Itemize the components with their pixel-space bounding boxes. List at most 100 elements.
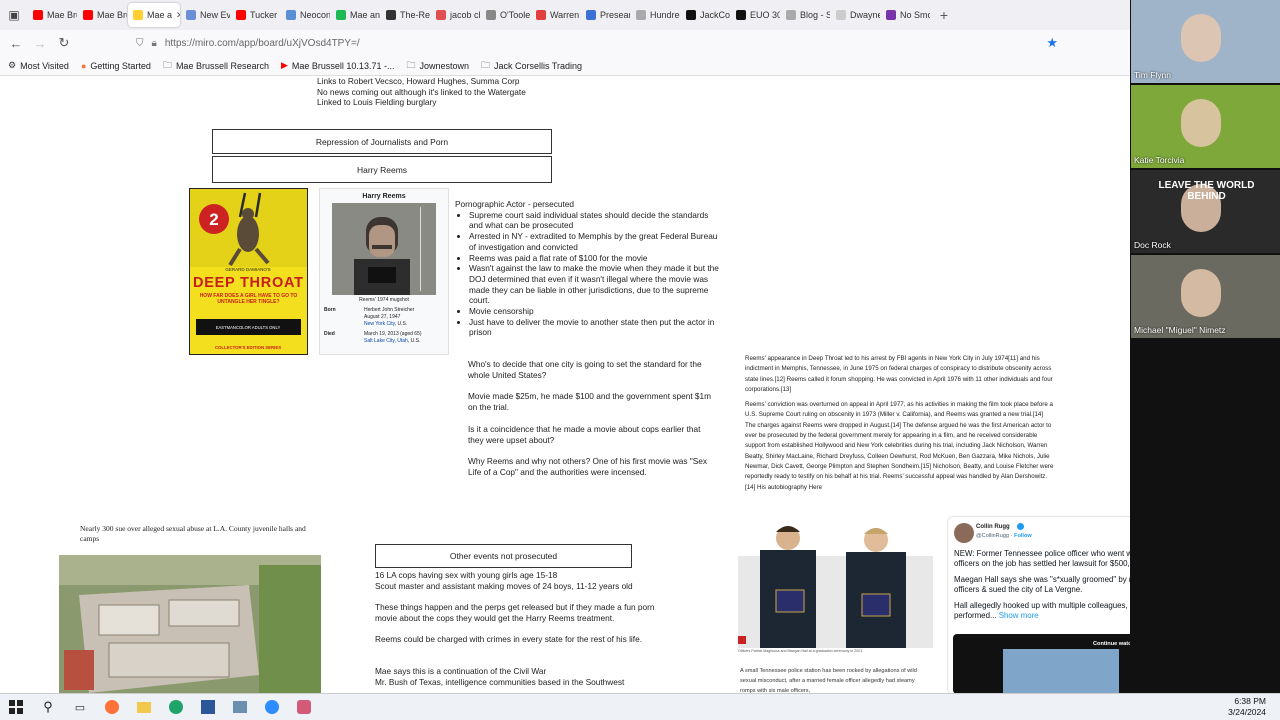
browser-tab[interactable]: EUO 30. xyxy=(731,3,780,27)
repression-box[interactable]: Repression of Journalists and Porn xyxy=(212,129,552,154)
tab-favicon-icon xyxy=(386,10,396,20)
word-icon[interactable] xyxy=(192,695,224,719)
tab-favicon-icon xyxy=(586,10,596,20)
participant-video-tile[interactable]: LEAVE THE WORLD BEHIND Doc Rock xyxy=(1131,170,1280,253)
participant-video-tile[interactable]: Tim Flynn xyxy=(1131,0,1280,83)
firefox-taskbar-icon[interactable] xyxy=(96,695,128,719)
bookmark-item[interactable]: 🗀︎ Jack Corsellis Trading xyxy=(481,58,582,74)
born-place-link[interactable]: New York City xyxy=(364,321,395,327)
system-clock[interactable]: 6:38 PM 3/24/2024 xyxy=(1228,696,1266,718)
other-event-line: Mae says this is a continuation of the C… xyxy=(375,666,547,677)
tweet-avatar[interactable] xyxy=(954,523,974,543)
browser-tab[interactable]: No Smo xyxy=(881,3,930,27)
participant-video-tile[interactable]: Katie Torcivia xyxy=(1131,85,1280,168)
list-all-tabs-icon[interactable]: ▣ xyxy=(0,8,28,22)
tab-label: JackCor xyxy=(700,10,730,20)
bookmark-item[interactable]: ▶ Mae Brussell 10.13.71 -... xyxy=(281,60,394,71)
died-country: , U.S. xyxy=(407,338,421,344)
wiki-excerpt[interactable]: Reems' appearance in Deep Throat led to … xyxy=(745,354,1055,493)
browser-tab[interactable]: New Evi xyxy=(181,3,230,27)
file-explorer-icon[interactable] xyxy=(128,695,160,719)
address-bar[interactable]: ⛉ 🔒︎ https://miro.com/app/board/uXjVOsd4… xyxy=(136,33,1066,53)
browser-tab[interactable]: Warren xyxy=(531,3,580,27)
browser-tab[interactable]: Mae Bru xyxy=(78,3,127,27)
died-place-link[interactable]: Salt Lake City xyxy=(364,338,394,344)
bookmark-item[interactable]: 🗀︎ Mae Brussell Research xyxy=(163,58,269,74)
harry-reems-box[interactable]: Harry Reems xyxy=(212,156,552,183)
browser-tab[interactable]: Neocon xyxy=(281,3,330,27)
mugshot-image[interactable] xyxy=(332,203,436,295)
url-text[interactable]: https://miro.com/app/board/uXjVOsd4TPY=/ xyxy=(165,38,360,49)
browser-tab[interactable]: The-Reb xyxy=(381,3,430,27)
tweet-handle[interactable]: @CollinRugg xyxy=(976,533,1009,539)
note-bullet: Supreme court said individual states sho… xyxy=(469,210,720,231)
continue-watching-label[interactable]: Continue watching on X xyxy=(1089,640,1130,648)
edge-icon[interactable] xyxy=(160,695,192,719)
other-event-line: Mr. Bush of Texas, intelligence communit… xyxy=(375,676,625,687)
app-icon[interactable] xyxy=(224,695,256,719)
poster-bottom2: COLLECTOR'S EDITION SERIES xyxy=(215,345,281,350)
browser-tab[interactable]: Blog - Socrat xyxy=(781,3,830,27)
participant-video-tile[interactable]: Michael "Miguel" Nimetz xyxy=(1131,255,1280,338)
navigation-toolbar: ← → ↻ ⛉ 🔒︎ https://miro.com/app/board/uX… xyxy=(0,30,1130,56)
reems-notes[interactable]: Pornographic Actor - persecuted Supreme … xyxy=(455,199,720,338)
browser-tab[interactable]: Presear xyxy=(581,3,630,27)
participant-avatar xyxy=(1181,269,1221,317)
harry-reems-box-label: Harry Reems xyxy=(356,164,408,175)
shield-icon[interactable]: ⛉ xyxy=(136,38,144,49)
other-event-line: These things happen and the perps get re… xyxy=(375,602,655,623)
task-view-icon[interactable]: ▭ xyxy=(64,695,96,719)
other-events-box[interactable]: Other events not prosecuted xyxy=(375,544,632,568)
zoom-icon[interactable] xyxy=(256,695,288,719)
died-state-link[interactable]: , Utah xyxy=(394,338,407,344)
browser-tab[interactable]: Mae Bru xyxy=(28,3,77,27)
bookmark-item[interactable]: ● Getting Started xyxy=(81,61,151,71)
browser-tab[interactable]: Dwayne xyxy=(831,3,880,27)
tab-favicon-icon xyxy=(436,10,446,20)
snipping-tool-icon[interactable] xyxy=(288,695,320,719)
questions-block[interactable]: Who's to decide that one city is going t… xyxy=(468,359,718,489)
reload-icon[interactable]: ↻ xyxy=(52,35,76,51)
browser-tab[interactable]: Mae and xyxy=(331,3,380,27)
tab-favicon-icon xyxy=(786,10,796,20)
bookmark-label: Getting Started xyxy=(90,60,151,71)
back-icon[interactable]: ← xyxy=(4,36,28,51)
bookmark-item[interactable]: 🗀︎ Jownestown xyxy=(406,58,469,74)
tweet-card[interactable]: Collin Rugg @CollinRugg · Follow ✕ NEW: … xyxy=(947,516,1130,693)
windows-start-icon[interactable] xyxy=(0,695,32,719)
tab-favicon-icon xyxy=(286,10,296,20)
miro-board-canvas[interactable]: Links to Robert Vecsco, Howard Hughes, S… xyxy=(0,76,1130,693)
tweet-body: NEW: Former Tennessee police officer who… xyxy=(954,549,1130,621)
tweet-show-more-link[interactable]: Show more xyxy=(999,611,1039,620)
participant-name: Katie Torcivia xyxy=(1134,155,1185,165)
poster-badge: 2 xyxy=(209,210,218,229)
deep-throat-poster[interactable]: 2 GERARD DAMIANO'S DEEP THROAT EASTMANCO… xyxy=(189,188,308,355)
infobox-name: Harry Reems xyxy=(362,193,406,200)
note-bullet: Movie censorship xyxy=(469,306,720,317)
browser-tab[interactable]: JackCor xyxy=(681,3,730,27)
tab-label: Mae a xyxy=(147,10,173,20)
folder-icon: 🗀︎ xyxy=(481,59,491,70)
firefox-icon: ● xyxy=(80,60,87,71)
tweet-follow-link[interactable]: Follow xyxy=(1014,533,1032,539)
browser-tab[interactable]: Hundreds su xyxy=(631,3,680,27)
new-tab-button[interactable]: + xyxy=(934,7,954,23)
juvenile-hall-aerial-photo[interactable] xyxy=(59,555,321,693)
tweet-author-name[interactable]: Collin Rugg xyxy=(976,524,1010,530)
bookmark-item[interactable]: ⚙ Most Visited xyxy=(8,60,69,71)
close-tab-icon[interactable]: ✕ xyxy=(176,10,180,21)
search-icon[interactable]: ⚲ xyxy=(32,695,64,719)
browser-tab[interactable]: Mae a ✕ xyxy=(128,3,180,27)
browser-tab[interactable]: jacob ch xyxy=(431,3,480,27)
died-date: March 19, 2013 (aged 65) xyxy=(364,331,422,337)
other-events-notes[interactable]: 16 LA cops having sex with young girls a… xyxy=(375,570,665,688)
participant-avatar xyxy=(1181,14,1221,62)
tweet-video[interactable]: Continue watching on X xyxy=(953,634,1130,693)
forward-icon[interactable]: → xyxy=(28,36,52,51)
browser-tab[interactable]: O'Toole xyxy=(481,3,530,27)
browser-tab[interactable]: Tucker xyxy=(231,3,280,27)
bookmark-label: Jownestown xyxy=(419,60,470,71)
bookmark-star-icon[interactable]: ★ xyxy=(1046,35,1058,51)
police-officers-photo[interactable] xyxy=(738,516,933,648)
notes-title: Pornographic Actor - persecuted xyxy=(455,199,574,209)
